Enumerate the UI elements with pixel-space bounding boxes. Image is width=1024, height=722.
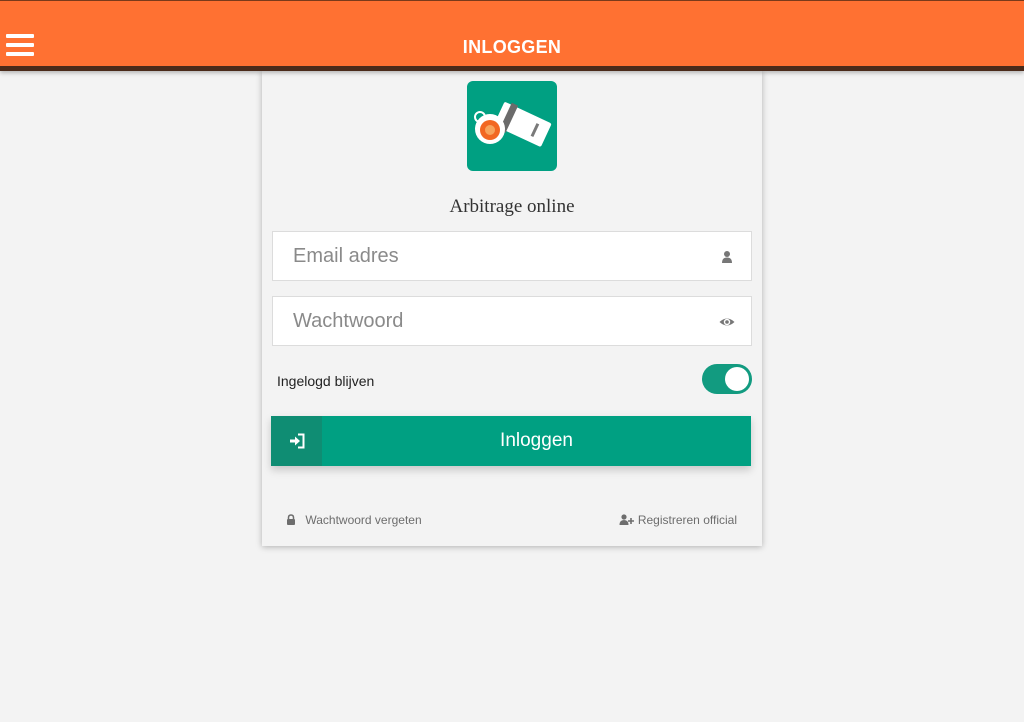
register-official-link[interactable]: Registreren official [619,513,737,527]
forgot-password-link[interactable]: Wachtwoord vergeten [286,513,422,527]
login-card: Arbitrage online Ingelogd blijven Inlogg… [262,71,762,546]
password-input[interactable] [273,297,703,345]
remember-me-toggle[interactable] [702,364,752,394]
remember-me-label: Ingelogd blijven [277,373,375,389]
page-title: INLOGGEN [462,37,562,57]
login-button-label: Inloggen [500,430,573,451]
app-logo [467,81,557,171]
email-field [272,231,752,281]
toggle-knob [725,367,749,391]
sign-in-icon [290,433,305,449]
password-field [272,296,752,346]
user-icon [722,251,732,263]
lock-icon [287,514,295,525]
forgot-password-label: Wachtwoord vergeten [305,513,422,527]
email-input[interactable] [273,232,703,280]
login-button[interactable]: Inloggen [271,416,751,466]
top-bar: INLOGGEN [0,0,1024,71]
sign-in-icon-area [271,416,322,466]
whistle-icon [474,102,552,147]
register-official-label: Registreren official [637,513,737,527]
app-name: Arbitrage online [449,196,575,217]
add-user-icon [619,514,635,525]
eye-icon[interactable] [719,314,735,330]
